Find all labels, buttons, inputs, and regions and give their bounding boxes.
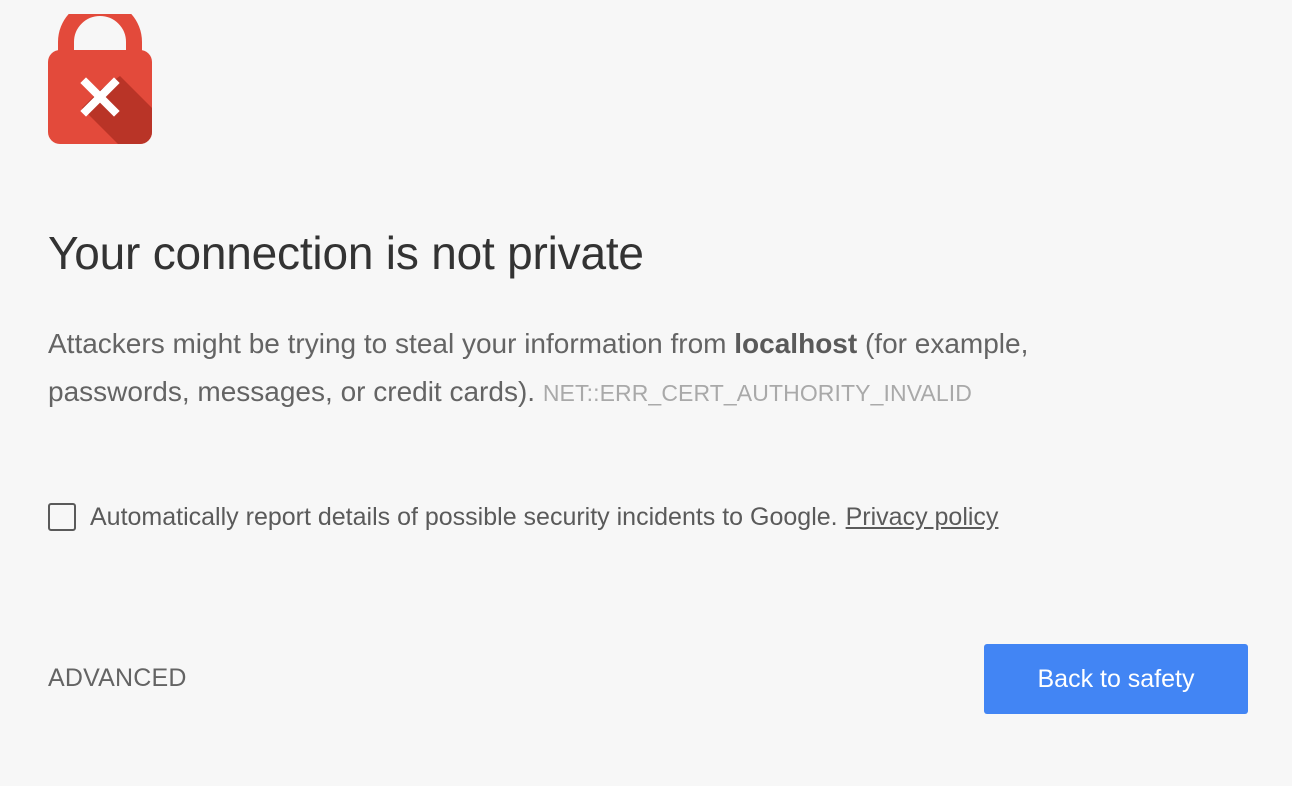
privacy-policy-link[interactable]: Privacy policy [846,503,999,532]
report-label: Automatically report details of possible… [90,502,838,531]
lock-error-icon [48,0,152,146]
error-code: NET::ERR_CERT_AUTHORITY_INVALID [542,380,972,406]
explanation-prefix: Attackers might be trying to steal your … [48,328,735,359]
host-name: localhost [734,328,858,359]
back-to-safety-button[interactable]: Back to safety [984,644,1248,714]
page-title: Your connection is not private [48,227,644,279]
explanation-text: Attackers might be trying to steal your … [48,320,1158,417]
advanced-button[interactable]: ADVANCED [48,664,187,693]
report-checkbox[interactable] [48,503,76,531]
report-option: Automatically report details of possible… [48,500,998,534]
